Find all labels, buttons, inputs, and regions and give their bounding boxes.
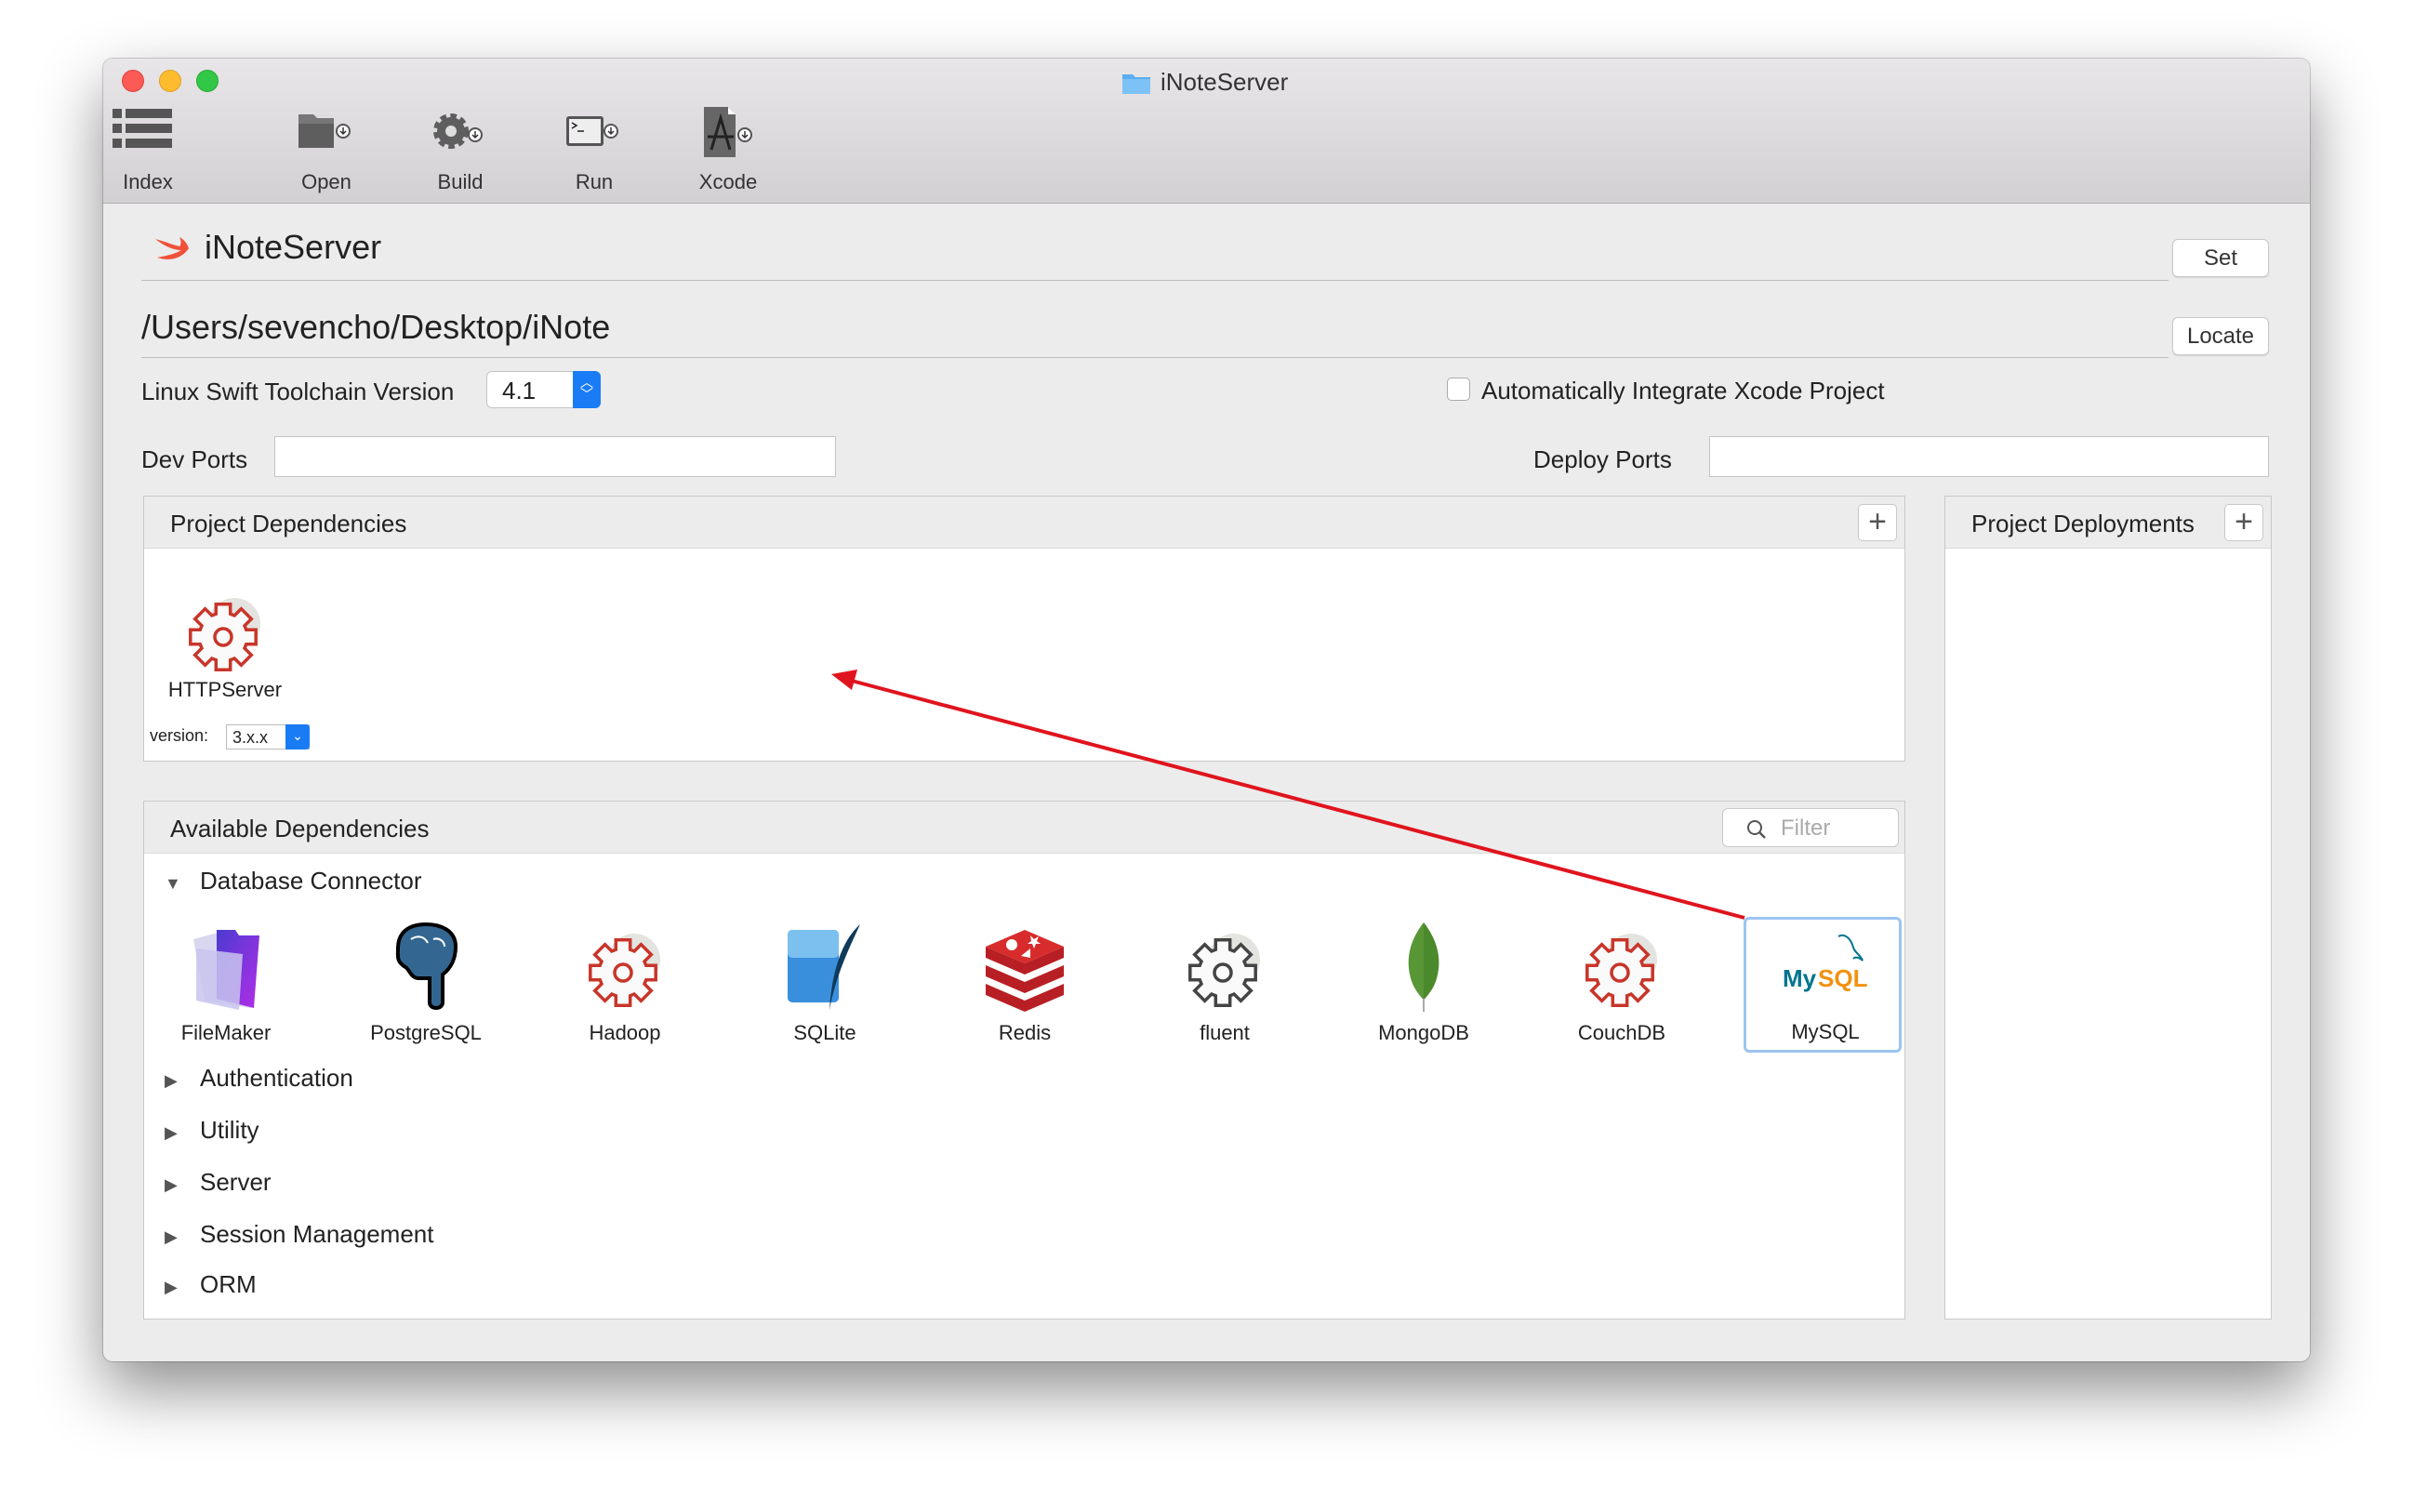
annotation-arrow [831, 670, 1745, 920]
